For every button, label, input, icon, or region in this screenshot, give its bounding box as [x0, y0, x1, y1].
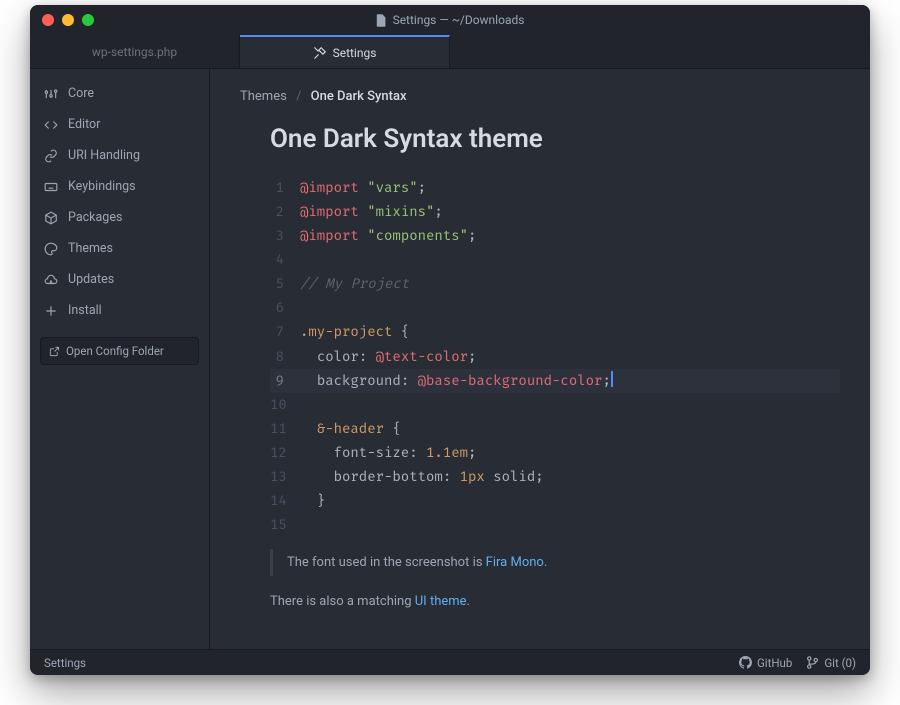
maximize-window-button[interactable] — [82, 14, 94, 26]
link-icon — [44, 149, 58, 163]
code-line — [300, 513, 840, 537]
tab-label: Settings — [333, 46, 377, 60]
open-config-folder-button[interactable]: Open Config Folder — [40, 337, 199, 365]
sidebar-item-label: Themes — [68, 241, 113, 256]
github-icon — [739, 656, 752, 669]
paint-icon — [44, 242, 58, 256]
sidebar-item-label: Install — [68, 303, 102, 318]
sidebar-item-keybindings[interactable]: Keybindings — [30, 172, 209, 201]
code-line: .my-project { — [300, 320, 840, 344]
package-icon — [44, 211, 58, 225]
cloud-download-icon — [44, 273, 58, 287]
line-number: 3 — [270, 224, 300, 248]
code-line: // My Project — [300, 272, 840, 296]
line-number: 10 — [270, 393, 300, 417]
sidebar-item-label: URI Handling — [68, 148, 140, 163]
close-window-button[interactable] — [42, 14, 54, 26]
line-number: 15 — [270, 513, 300, 537]
plus-icon — [44, 304, 58, 318]
breadcrumb: Themes / One Dark Syntax — [240, 89, 840, 104]
code-sample: 1@import "vars"; 2@import "mixins"; 3@im… — [240, 176, 840, 537]
code-line — [300, 393, 840, 417]
app-body: Core Editor URI Handling Keybindings Pac… — [30, 69, 870, 649]
line-number: 1 — [270, 176, 300, 200]
line-number: 14 — [270, 489, 300, 513]
code-line: } — [300, 489, 840, 513]
line-number: 8 — [270, 345, 300, 369]
sidebar-item-label: Packages — [68, 210, 122, 225]
sidebar-item-packages[interactable]: Packages — [30, 203, 209, 232]
breadcrumb-root[interactable]: Themes — [240, 89, 287, 104]
line-number: 11 — [270, 417, 300, 441]
app-window: Settings — ~/Downloads wp-settings.php S… — [30, 5, 870, 675]
desc-suffix: . — [467, 594, 470, 609]
note-suffix: . — [544, 555, 547, 570]
line-number: 7 — [270, 320, 300, 344]
breadcrumb-current: One Dark Syntax — [311, 89, 407, 104]
status-github[interactable]: GitHub — [739, 656, 792, 670]
desc-prefix: There is also a matching — [270, 594, 415, 609]
line-number: 4 — [270, 248, 300, 272]
description-text: There is also a matching UI theme. — [270, 594, 840, 609]
code-line: @import "mixins"; — [300, 200, 840, 224]
line-number: 9 — [270, 369, 300, 393]
git-branch-icon — [806, 656, 819, 669]
tab-settings[interactable]: Settings — [240, 35, 450, 68]
editor-cursor — [611, 371, 613, 386]
config-button-label: Open Config Folder — [66, 344, 164, 358]
line-number: 2 — [270, 200, 300, 224]
status-left[interactable]: Settings — [44, 656, 86, 670]
breadcrumb-separator: / — [296, 89, 301, 104]
page-title: One Dark Syntax theme — [270, 124, 840, 154]
window-controls — [30, 14, 94, 26]
line-number: 5 — [270, 272, 300, 296]
code-line — [300, 296, 840, 320]
tab-wp-settings[interactable]: wp-settings.php — [30, 35, 240, 68]
sidebar-item-label: Editor — [68, 117, 100, 132]
sliders-icon — [44, 87, 58, 101]
code-line: &-header { — [300, 417, 840, 441]
code-line: @import "components"; — [300, 224, 840, 248]
sidebar-item-install[interactable]: Install — [30, 296, 209, 325]
code-line: color: @text-color; — [300, 345, 840, 369]
minimize-window-button[interactable] — [62, 14, 74, 26]
tools-icon — [313, 46, 327, 60]
settings-sidebar: Core Editor URI Handling Keybindings Pac… — [30, 69, 210, 649]
font-note: The font used in the screenshot is Fira … — [270, 549, 840, 576]
sidebar-item-themes[interactable]: Themes — [30, 234, 209, 263]
tabbar: wp-settings.php Settings — [30, 35, 870, 69]
sidebar-item-label: Keybindings — [68, 179, 136, 194]
status-label: GitHub — [757, 656, 792, 670]
status-label: Git (0) — [824, 656, 856, 670]
status-git[interactable]: Git (0) — [806, 656, 856, 670]
line-number: 13 — [270, 465, 300, 489]
ui-theme-link[interactable]: UI theme — [415, 594, 467, 609]
sidebar-item-core[interactable]: Core — [30, 79, 209, 108]
code-icon — [44, 118, 58, 132]
code-line: border-bottom: 1px solid; — [300, 465, 840, 489]
note-text: The font used in the screenshot is — [287, 555, 486, 570]
sidebar-item-label: Core — [68, 86, 94, 101]
code-line — [300, 248, 840, 272]
window-title: Settings — ~/Downloads — [30, 13, 870, 27]
code-line: font-size: 1.1em; — [300, 441, 840, 465]
sidebar-item-label: Updates — [68, 272, 114, 287]
code-line: background: @base-background-color; — [300, 369, 840, 393]
sidebar-item-updates[interactable]: Updates — [30, 265, 209, 294]
line-number: 6 — [270, 296, 300, 320]
sidebar-item-editor[interactable]: Editor — [30, 110, 209, 139]
main-content: Themes / One Dark Syntax One Dark Syntax… — [210, 69, 870, 649]
window-title-text: Settings — ~/Downloads — [393, 13, 525, 27]
code-line: @import "vars"; — [300, 176, 840, 200]
external-link-icon — [49, 346, 60, 357]
tab-label: wp-settings.php — [92, 45, 177, 59]
statusbar: Settings GitHub Git (0) — [30, 649, 870, 675]
keyboard-icon — [44, 180, 58, 194]
titlebar: Settings — ~/Downloads — [30, 5, 870, 35]
line-number: 12 — [270, 441, 300, 465]
sidebar-item-uri-handling[interactable]: URI Handling — [30, 141, 209, 170]
file-icon — [376, 14, 387, 27]
fira-mono-link[interactable]: Fira Mono — [486, 555, 544, 570]
